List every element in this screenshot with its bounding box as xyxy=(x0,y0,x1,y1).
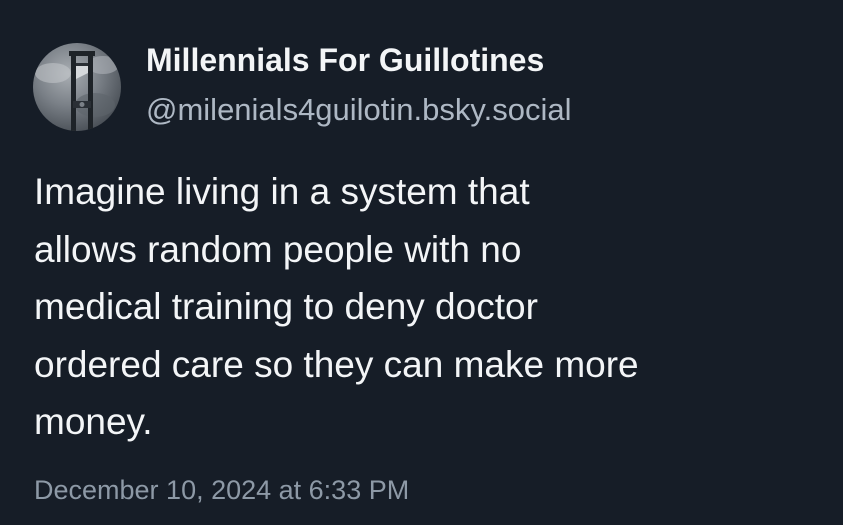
display-name[interactable]: Millennials For Guillotines xyxy=(146,40,544,80)
post-timestamp[interactable]: December 10, 2024 at 6:33 PM xyxy=(34,472,409,508)
post-card: Millennials For Guillotines @milenials4g… xyxy=(0,0,843,525)
guillotine-avatar-icon xyxy=(35,51,119,131)
post-text-line: medical training to deny doctor xyxy=(34,286,538,327)
post-text-line: Imagine living in a system that xyxy=(34,171,530,212)
post-text-line: allows random people with no xyxy=(34,228,522,270)
post-text-line: money. xyxy=(34,401,153,442)
post-text-line: ordered care so they can make more xyxy=(34,343,639,385)
avatar[interactable] xyxy=(33,43,121,131)
post-text: Imagine living in a system that allows r… xyxy=(34,163,824,451)
user-handle[interactable]: @milenials4guilotin.bsky.social xyxy=(146,90,571,130)
